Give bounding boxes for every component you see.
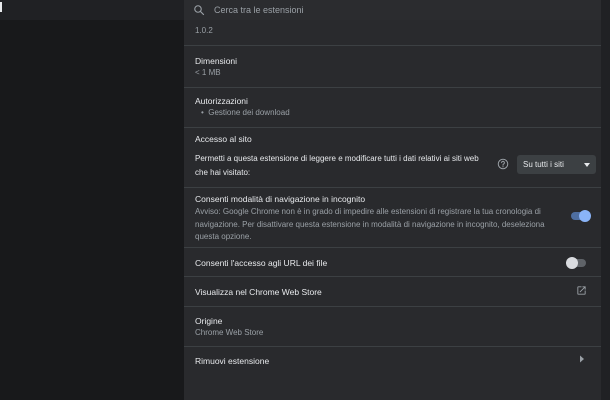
- incognito-warning-1: Avviso: Google Chrome non è in grado di …: [195, 207, 541, 216]
- version-row: 1.0.2: [184, 20, 601, 45]
- right-scroll-strip: [601, 0, 610, 400]
- search-input[interactable]: [214, 5, 574, 15]
- origin-value: Chrome Web Store: [195, 328, 264, 337]
- chevron-right-icon[interactable]: [579, 355, 585, 363]
- site-access-select-value: Su tutti i siti: [523, 160, 564, 169]
- permissions-row: Autorizzazioni • Gestione dei download: [184, 87, 601, 127]
- site-access-description-2: che hai visitato:: [195, 168, 251, 177]
- help-icon[interactable]: [497, 158, 509, 170]
- permission-item: • Gestione dei download: [201, 108, 290, 117]
- origin-row: Origine Chrome Web Store: [184, 306, 601, 346]
- toggle-knob: [566, 257, 578, 269]
- size-title: Dimensioni: [195, 56, 238, 66]
- search-icon: [194, 5, 205, 16]
- remove-extension-row[interactable]: Rimuovi estensione: [184, 346, 601, 374]
- site-access-description-1: Permetti a questa estensione di leggere …: [195, 154, 479, 163]
- toggle-knob: [579, 210, 591, 222]
- file-urls-toggle[interactable]: [566, 257, 586, 269]
- incognito-row[interactable]: Consenti modalità di navigazione in inco…: [184, 187, 601, 247]
- file-urls-row[interactable]: Consenti l'accesso agli URL dei file: [184, 247, 601, 276]
- incognito-warning-2: navigazione. Per disattivare questa este…: [195, 220, 545, 229]
- extension-details-panel: 1.0.2 Dimensioni < 1 MB Autorizzazioni •…: [184, 20, 601, 400]
- incognito-toggle[interactable]: [571, 210, 591, 222]
- webstore-row[interactable]: Visualizza nel Chrome Web Store: [184, 276, 601, 306]
- size-row: Dimensioni < 1 MB: [184, 45, 601, 87]
- site-access-title: Accesso al sito: [195, 134, 252, 144]
- file-urls-title: Consenti l'accesso agli URL dei file: [195, 258, 328, 268]
- permissions-title: Autorizzazioni: [195, 96, 248, 106]
- search-bar[interactable]: [184, 0, 601, 20]
- site-access-select[interactable]: Su tutti i siti: [517, 155, 596, 174]
- webstore-title: Visualizza nel Chrome Web Store: [195, 287, 322, 297]
- version-value: 1.0.2: [195, 26, 213, 35]
- origin-title: Origine: [195, 316, 223, 326]
- menu-indicator: [0, 2, 2, 12]
- remove-extension-title: Rimuovi estensione: [195, 356, 270, 366]
- incognito-title: Consenti modalità di navigazione in inco…: [195, 194, 366, 204]
- open-in-new-icon[interactable]: [576, 285, 587, 296]
- permission-item-label: Gestione dei download: [208, 108, 290, 117]
- incognito-warning-3: questa opzione.: [195, 232, 252, 241]
- chevron-down-icon: [584, 162, 590, 167]
- left-sidebar: [0, 20, 184, 400]
- size-value: < 1 MB: [195, 68, 221, 77]
